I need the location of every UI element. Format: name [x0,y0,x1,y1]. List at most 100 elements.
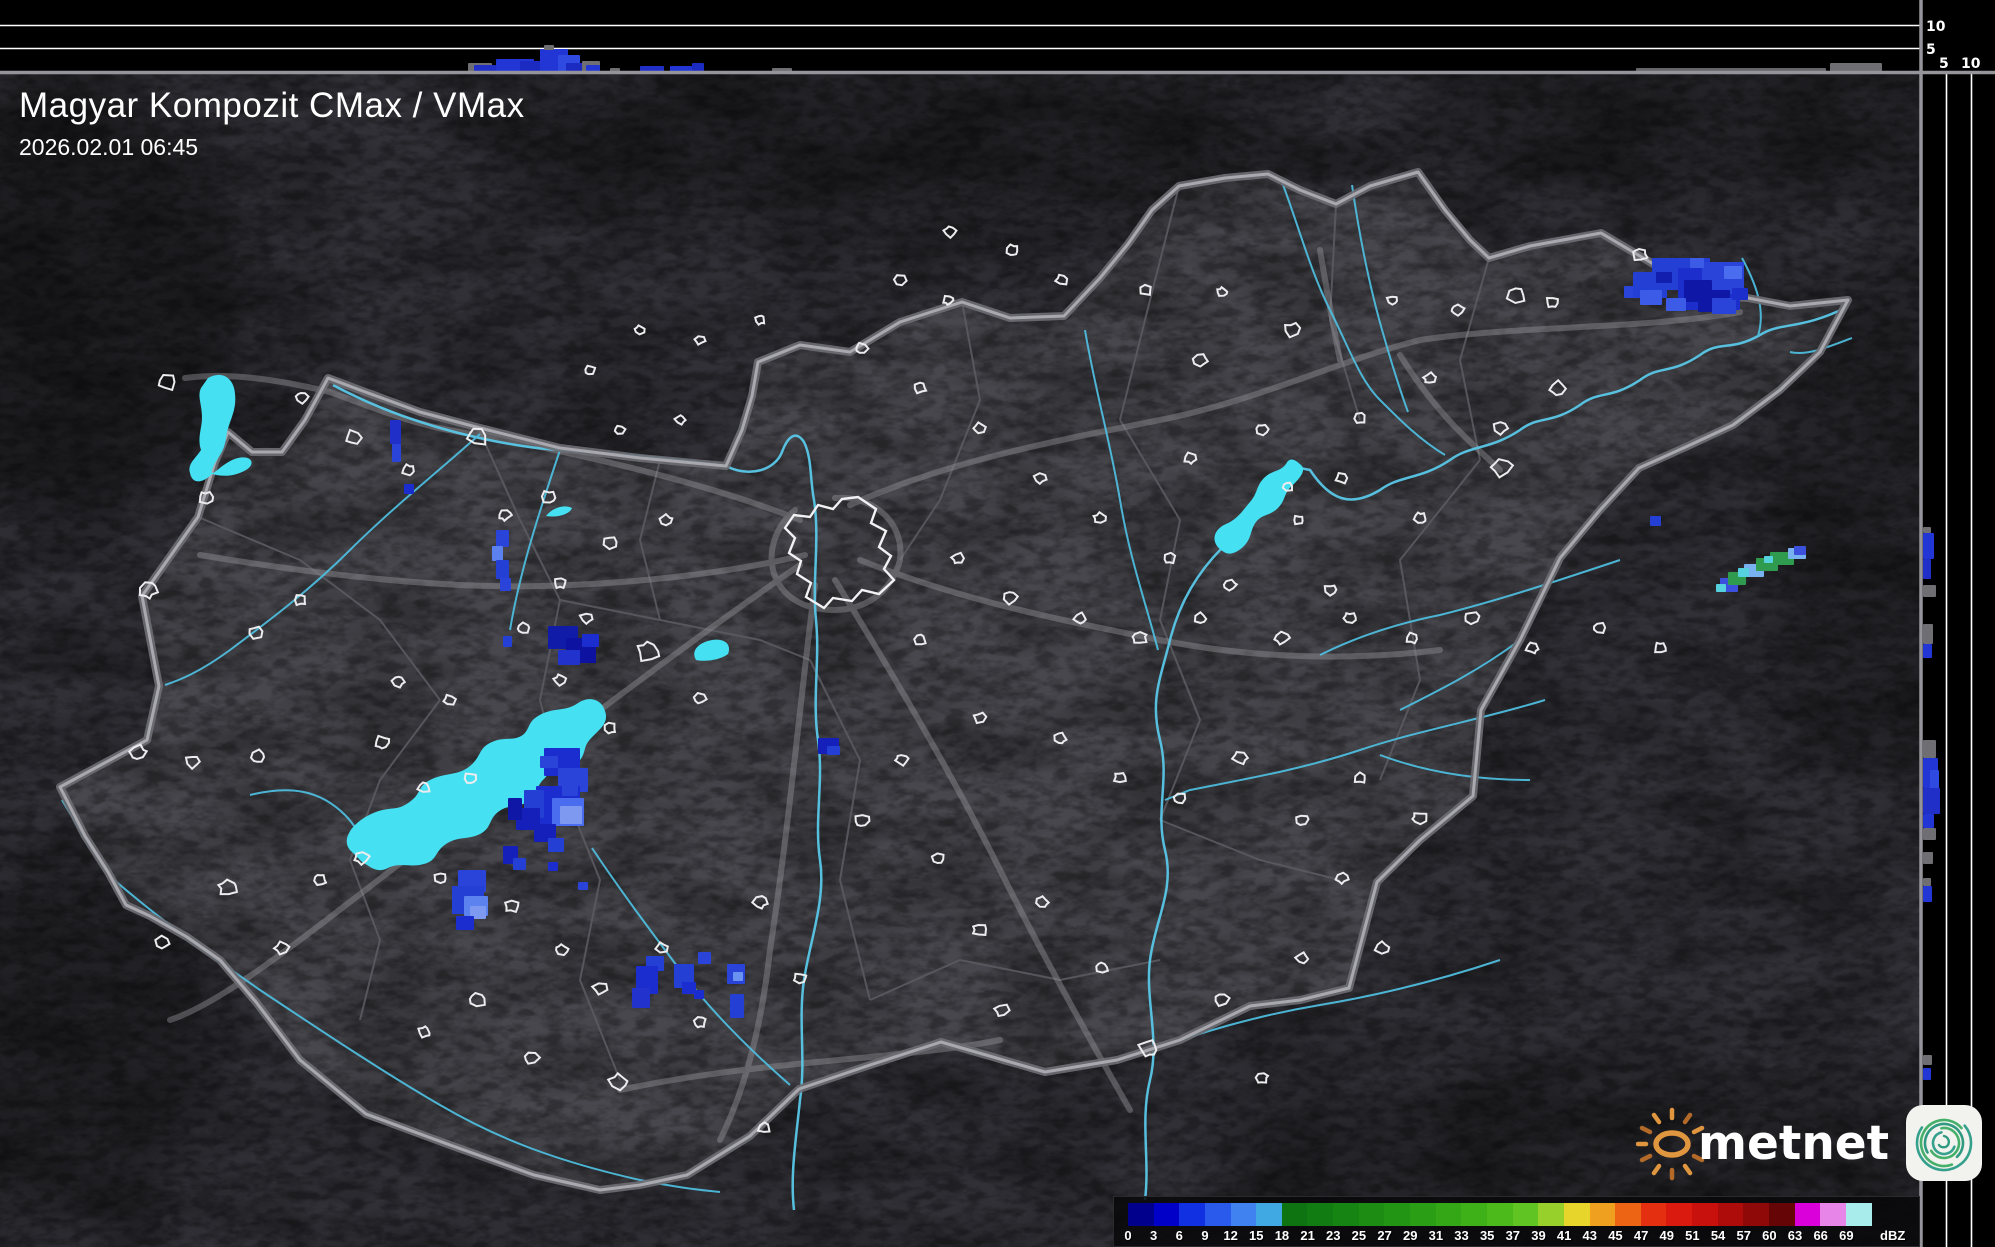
map-area [0,73,1920,1247]
radar-echo-cell [1738,568,1749,577]
radar-echo-cell [1923,740,1936,758]
radar-echo-cell [503,636,512,647]
dbz-unit-label: dBZ [1880,1228,1906,1243]
dbz-scale-segment [1666,1203,1693,1226]
dbz-scale-segment [1717,1203,1744,1226]
dbz-scale-segment [1538,1203,1564,1226]
dbz-scale-bar [1128,1203,1872,1226]
radar-echo-cell [404,484,414,494]
dbz-scale-segment [1358,1203,1385,1226]
radar-echo-cell [692,63,704,72]
radar-echo-cell [548,838,564,852]
radar-echo-cell [1923,644,1932,658]
dbz-tick-label: 63 [1787,1228,1803,1243]
dbz-tick-label: 39 [1531,1228,1546,1243]
metnet-logo: metnet [1636,1100,1983,1186]
radar-echo-cell [1656,272,1672,283]
dbz-tick-label: 12 [1223,1228,1238,1243]
top-projection-panel [0,0,1995,72]
dbz-tick-label: 37 [1505,1228,1521,1243]
dbz-scale-segment [1307,1203,1334,1226]
dbz-tick-label: 41 [1556,1228,1572,1243]
radar-echo-cell [1640,290,1662,305]
radar-echo-cell [632,988,650,1008]
dbz-scale-segment [1410,1203,1436,1226]
title-block: Magyar Kompozit CMax / VMax 2026.02.01 0… [19,86,525,161]
dbz-tick-label: 6 [1175,1228,1183,1243]
radar-echo-cell [513,858,526,870]
radar-echo-cell [1923,533,1934,559]
dbz-tick-label: 0 [1124,1228,1132,1243]
radar-echo-cell [1690,258,1704,268]
radar-echo-cell [733,972,743,981]
dbz-scale-segment [1589,1203,1616,1226]
radar-echo-cell [1923,814,1934,828]
dbz-tick-label: 35 [1479,1228,1495,1243]
dbz-scale-segment [1512,1203,1539,1226]
radar-echo-cell [1923,585,1936,597]
radar-echo-cell [578,882,588,890]
dbz-tick-label: 57 [1736,1228,1751,1243]
dbz-tick-label: 21 [1300,1228,1315,1243]
radar-echo-cell [1716,584,1726,592]
dbz-tick-label: 47 [1633,1228,1649,1243]
radar-echo-cell [1923,852,1933,864]
radar-echo-cell [508,798,522,820]
radar-echo-cell [390,420,401,444]
radar-echo-cell [548,862,558,871]
dbz-tick-label: 49 [1659,1228,1674,1243]
right-projection-panel [1922,0,1995,1247]
radar-echo-cell [558,650,580,665]
radar-echo-cell [827,746,840,755]
dbz-scale-labels: 0 3 6 9 12 15 18 21 23 25 27 29 31 33 35 37 39 41 43 45 47 49… [1124,1228,1918,1246]
radar-echo-cell [698,952,711,964]
dbz-tick-label: 51 [1685,1228,1700,1243]
radar-echo-cell [456,916,474,930]
dbz-tick-label: 69 [1839,1228,1854,1243]
dbz-tick-label: 31 [1428,1228,1444,1243]
dbz-scale-segment [1640,1203,1667,1226]
dbz-scale-segment [1230,1203,1257,1226]
dbz-tick-label: 9 [1201,1228,1209,1243]
radar-echo-cell [1923,1055,1932,1065]
radar-echo-cell [1923,886,1932,902]
radar-echo-cell [1923,828,1936,840]
dbz-scale-segment [1743,1203,1770,1226]
dbz-tick-label: 33 [1454,1228,1469,1243]
radar-echo-cell [496,530,509,547]
radar-echo-cell [694,990,704,999]
dbz-scale-segment [1794,1203,1821,1226]
radar-echo-cell [682,982,696,994]
dbz-scale-segment [1563,1203,1590,1226]
dbz-scale-segment [1615,1203,1641,1226]
radar-echo-cell [560,806,582,824]
dbz-scale-segment [1256,1203,1282,1226]
dbz-tick-label: 29 [1402,1228,1418,1243]
dbz-scale-segment [1384,1203,1411,1226]
dbz-scale-panel: 0 3 6 9 12 15 18 21 23 25 27 29 31 33 35 37 39 41 43 45 47 49… [1113,1196,1920,1247]
metnet-app-icon [1906,1105,1983,1181]
radar-echo-cell [562,784,578,796]
dbz-tick-label: 66 [1813,1228,1828,1243]
radar-echo-cell [1724,266,1742,279]
dbz-scale-segment [1820,1203,1846,1226]
dbz-tick-label: 54 [1710,1228,1726,1243]
dbz-scale-segment [1128,1203,1154,1226]
radar-echo-cell [540,756,558,768]
dbz-tick-label: 43 [1582,1228,1598,1243]
dbz-scale-segment [1179,1203,1205,1226]
dbz-scale-segment [1153,1203,1180,1226]
dbz-scale-segment [1204,1203,1231,1226]
page-title: Magyar Kompozit CMax / VMax [19,86,525,125]
dbz-scale-segment [1281,1203,1308,1226]
dbz-scale-segment [1461,1203,1487,1226]
dbz-tick-label: 3 [1150,1228,1158,1243]
dbz-tick-label: 25 [1351,1228,1367,1243]
dbz-tick-label: 27 [1377,1228,1392,1243]
dbz-scale-segment [1435,1203,1462,1226]
radar-echo-cell [1794,546,1806,555]
radar-echo-cell [582,634,599,647]
radar-echo-cell [730,994,744,1018]
dbz-scale-segment [1692,1203,1718,1226]
radar-echo-cell [1923,624,1933,644]
